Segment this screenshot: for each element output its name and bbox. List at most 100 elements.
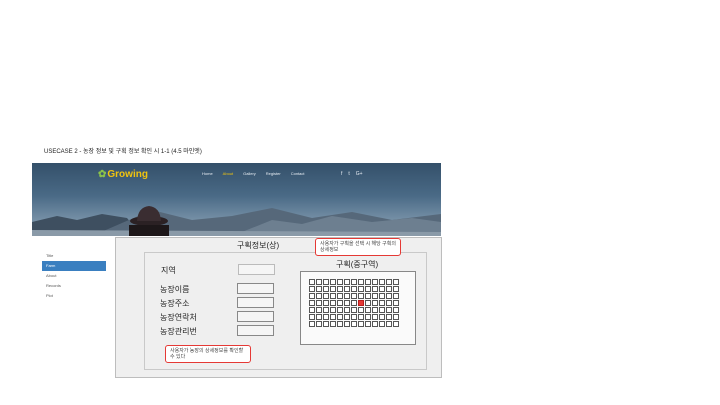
- plot-cell[interactable]: [351, 314, 357, 320]
- plot-cell[interactable]: [337, 307, 343, 313]
- plot-cell[interactable]: [358, 286, 364, 292]
- plot-cell[interactable]: [316, 279, 322, 285]
- plot-cell[interactable]: [309, 321, 315, 327]
- plot-cell[interactable]: [386, 293, 392, 299]
- plot-cell-selected[interactable]: [358, 300, 364, 306]
- plot-cell[interactable]: [337, 286, 343, 292]
- plot-cell[interactable]: [330, 307, 336, 313]
- plot-cell[interactable]: [330, 279, 336, 285]
- plot-cell[interactable]: [344, 300, 350, 306]
- twitter-icon[interactable]: t: [348, 171, 349, 177]
- plot-cell[interactable]: [365, 321, 371, 327]
- plot-cell[interactable]: [365, 314, 371, 320]
- plot-cell[interactable]: [337, 279, 343, 285]
- sidebar-item-about[interactable]: About: [42, 271, 106, 281]
- plot-cell[interactable]: [309, 286, 315, 292]
- plot-cell[interactable]: [365, 279, 371, 285]
- plot-cell[interactable]: [323, 300, 329, 306]
- plot-cell[interactable]: [372, 286, 378, 292]
- nav-home[interactable]: Home: [202, 171, 213, 176]
- plot-cell[interactable]: [393, 286, 399, 292]
- plot-cell[interactable]: [351, 286, 357, 292]
- plot-cell[interactable]: [379, 307, 385, 313]
- plot-cell[interactable]: [316, 321, 322, 327]
- plot-cell[interactable]: [323, 307, 329, 313]
- plot-cell[interactable]: [386, 307, 392, 313]
- region-field[interactable]: [238, 264, 275, 275]
- plot-cell[interactable]: [337, 314, 343, 320]
- google-plus-icon[interactable]: G+: [356, 171, 363, 177]
- plot-cell[interactable]: [365, 300, 371, 306]
- plot-cell[interactable]: [323, 279, 329, 285]
- plot-cell[interactable]: [344, 314, 350, 320]
- plot-cell[interactable]: [358, 321, 364, 327]
- plot-cell[interactable]: [365, 307, 371, 313]
- plot-cell[interactable]: [386, 300, 392, 306]
- plot-cell[interactable]: [351, 307, 357, 313]
- plot-cell[interactable]: [386, 321, 392, 327]
- plot-cell[interactable]: [379, 300, 385, 306]
- plot-cell[interactable]: [372, 314, 378, 320]
- plot-cell[interactable]: [309, 307, 315, 313]
- sidebar-item-plot[interactable]: Plot: [42, 291, 106, 301]
- plot-cell[interactable]: [330, 314, 336, 320]
- plot-cell[interactable]: [323, 286, 329, 292]
- farm-manager-field[interactable]: [237, 325, 274, 336]
- plot-cell[interactable]: [344, 307, 350, 313]
- plot-cell[interactable]: [379, 279, 385, 285]
- plot-cell[interactable]: [393, 293, 399, 299]
- plot-cell[interactable]: [358, 279, 364, 285]
- plot-cell[interactable]: [386, 279, 392, 285]
- plot-cell[interactable]: [372, 307, 378, 313]
- plot-cell[interactable]: [344, 279, 350, 285]
- plot-cell[interactable]: [358, 307, 364, 313]
- plot-cell[interactable]: [351, 300, 357, 306]
- plot-cell[interactable]: [351, 293, 357, 299]
- plot-cell[interactable]: [393, 300, 399, 306]
- plot-cell[interactable]: [316, 300, 322, 306]
- plot-cell[interactable]: [330, 321, 336, 327]
- plot-cell[interactable]: [379, 321, 385, 327]
- plot-cell[interactable]: [309, 300, 315, 306]
- farm-contact-field[interactable]: [237, 311, 274, 322]
- plot-cell[interactable]: [358, 314, 364, 320]
- plot-cell[interactable]: [309, 279, 315, 285]
- plot-cell[interactable]: [393, 321, 399, 327]
- plot-cell[interactable]: [358, 293, 364, 299]
- plot-cell[interactable]: [393, 279, 399, 285]
- nav-contact[interactable]: Contact: [291, 171, 305, 176]
- nav-about[interactable]: About: [223, 171, 233, 176]
- nav-register[interactable]: Register: [266, 171, 281, 176]
- plot-cell[interactable]: [372, 321, 378, 327]
- plot-cell[interactable]: [316, 286, 322, 292]
- plot-cell[interactable]: [386, 286, 392, 292]
- plot-cell[interactable]: [316, 314, 322, 320]
- farm-name-field[interactable]: [237, 283, 274, 294]
- plot-cell[interactable]: [323, 293, 329, 299]
- plot-cell[interactable]: [316, 307, 322, 313]
- plot-cell[interactable]: [344, 293, 350, 299]
- plot-cell[interactable]: [323, 314, 329, 320]
- sidebar-item-title[interactable]: Title: [42, 251, 106, 261]
- plot-cell[interactable]: [323, 321, 329, 327]
- plot-cell[interactable]: [365, 286, 371, 292]
- plot-cell[interactable]: [337, 293, 343, 299]
- plot-cell[interactable]: [365, 293, 371, 299]
- plot-cell[interactable]: [372, 279, 378, 285]
- plot-cell[interactable]: [379, 314, 385, 320]
- brand-logo[interactable]: ✿Growing: [98, 169, 148, 180]
- farm-address-field[interactable]: [237, 297, 274, 308]
- plot-cell[interactable]: [351, 279, 357, 285]
- plot-cell[interactable]: [351, 321, 357, 327]
- plot-cell[interactable]: [330, 286, 336, 292]
- plot-cell[interactable]: [372, 293, 378, 299]
- nav-gallery[interactable]: Gallery: [243, 171, 256, 176]
- plot-cell[interactable]: [330, 293, 336, 299]
- plot-cell[interactable]: [372, 300, 378, 306]
- plot-cell[interactable]: [393, 314, 399, 320]
- plot-cell[interactable]: [337, 321, 343, 327]
- plot-cell[interactable]: [379, 293, 385, 299]
- plot-cell[interactable]: [344, 286, 350, 292]
- plot-cell[interactable]: [337, 300, 343, 306]
- plot-cell[interactable]: [386, 314, 392, 320]
